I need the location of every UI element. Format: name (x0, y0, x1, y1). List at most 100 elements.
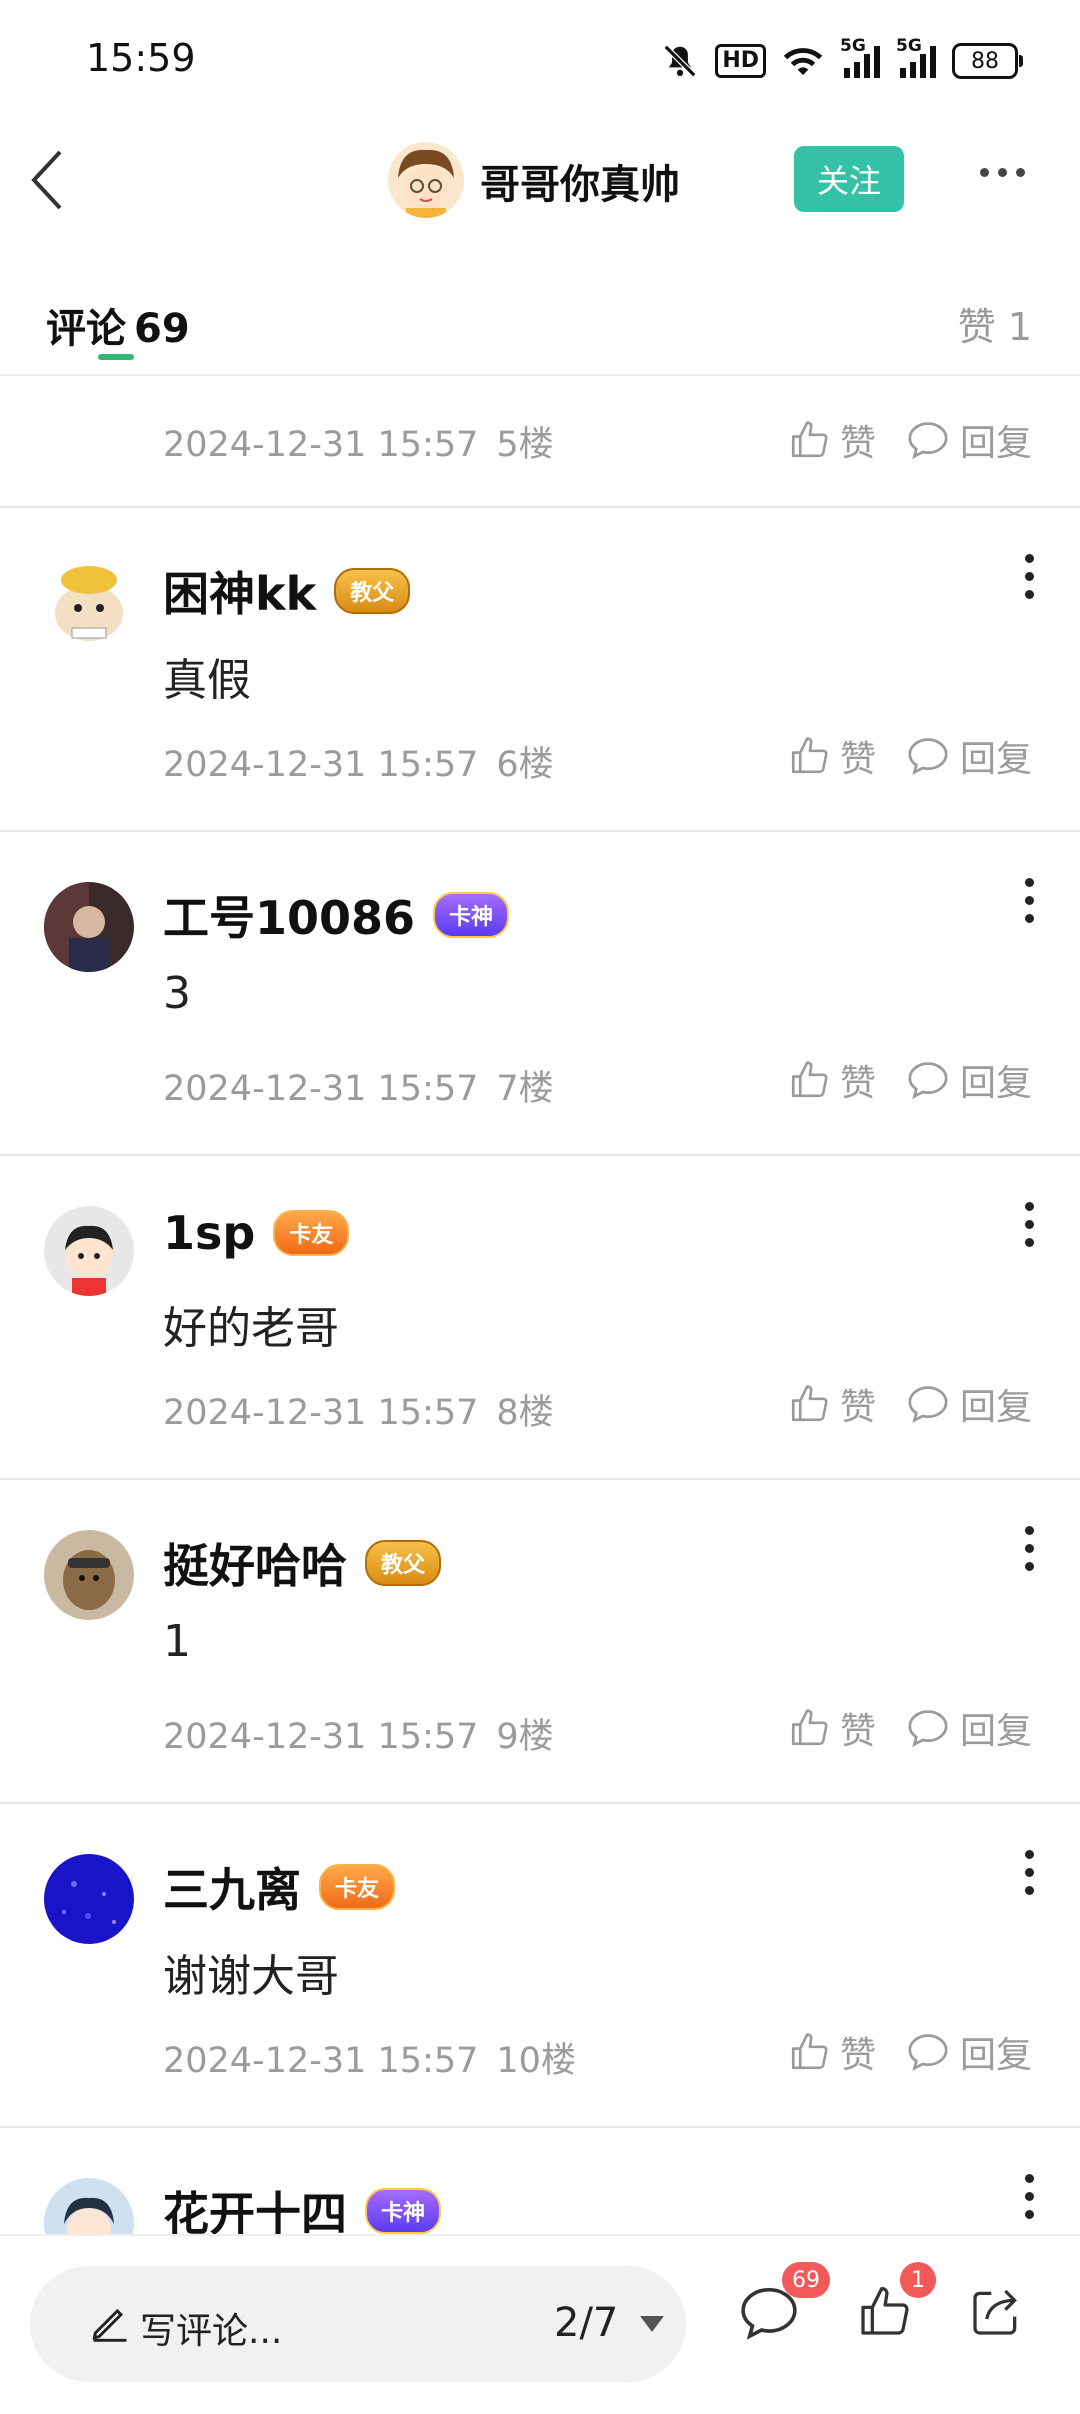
speech-bubble-icon (908, 2034, 948, 2072)
comment-actions: 赞 回复 (788, 414, 1032, 466)
reply-button[interactable]: 回复 (906, 1378, 1032, 1430)
comment-floor: 9楼 (496, 1717, 554, 1757)
share-icon[interactable] (968, 2284, 1024, 2340)
signal-5g-2-icon: 5G (896, 36, 936, 78)
reply-button[interactable]: 回复 (906, 2026, 1032, 2078)
status-bar: 15:59 HD 5G 5G 88 (0, 0, 1080, 120)
comment-floor: 5楼 (496, 425, 554, 465)
comment-more-icon[interactable] (1025, 2174, 1034, 2219)
like-count-badge: 1 (900, 2262, 936, 2298)
speech-bubble-icon (908, 1386, 948, 1424)
reply-label: 回复 (959, 1387, 1032, 1428)
comment-meta: 2024-12-31 15:57 7楼 (163, 1060, 554, 1111)
cartoon-face-icon (388, 142, 464, 218)
thumbs-up-icon[interactable] (856, 2284, 912, 2340)
tab-indicator (98, 354, 134, 360)
reply-label: 回复 (959, 739, 1032, 780)
reply-button[interactable]: 回复 (906, 1054, 1032, 1106)
caret-down-icon[interactable] (640, 2316, 664, 2332)
like-button[interactable]: 赞 (788, 2026, 876, 2078)
pencil-icon (92, 2308, 127, 2342)
like-button[interactable]: 赞 (788, 730, 876, 782)
photo-avatar-icon (44, 882, 134, 972)
comment-more-icon[interactable] (1025, 1526, 1034, 1571)
comment-meta: 2024-12-31 15:57 9楼 (163, 1708, 554, 1759)
tab-comments[interactable]: 评论 69 (46, 296, 190, 354)
thumbs-up-icon (791, 421, 828, 458)
blue-glitter-avatar-icon (44, 1854, 134, 1944)
username[interactable]: 挺好哈哈 (163, 1530, 347, 1596)
comment-item: 三九离 卡友 谢谢大哥 2024-12-31 15:57 10楼 赞 回复 (0, 1804, 1080, 2128)
comment-meta: 2024-12-31 15:57 6楼 (163, 736, 554, 787)
top-header: 哥哥你真帅 关注 (0, 120, 1080, 240)
status-icons: HD 5G 5G 88 (661, 36, 1023, 84)
thumbs-up-icon (791, 2033, 828, 2070)
comment-item: 工号10086 卡神 3 2024-12-31 15:57 7楼 赞 回复 (0, 832, 1080, 1156)
reply-label: 回复 (959, 423, 1032, 464)
reply-label: 回复 (959, 1063, 1032, 1104)
like-button[interactable]: 赞 (788, 414, 876, 466)
author-avatar[interactable] (388, 142, 464, 218)
comment-item: 挺好哈哈 教父 1 2024-12-31 15:57 9楼 赞 回复 (0, 1480, 1080, 1804)
battery-level: 88 (971, 48, 999, 74)
username[interactable]: 工号10086 (163, 882, 415, 948)
dog-photo-avatar-icon (44, 1530, 134, 1620)
comment-item: 1sp 卡友 好的老哥 2024-12-31 15:57 8楼 赞 回复 (0, 1156, 1080, 1480)
tab-likes[interactable]: 赞 1 (958, 296, 1032, 351)
comment-text: 3 (163, 968, 191, 1019)
back-arrow-icon[interactable] (28, 148, 68, 212)
signal-5g-1-icon: 5G (840, 36, 880, 78)
reply-button[interactable]: 回复 (906, 1702, 1032, 1754)
username[interactable]: 困神kk (163, 558, 316, 624)
like-button[interactable]: 赞 (788, 1378, 876, 1430)
like-label: 赞 (839, 423, 876, 464)
comment-more-icon[interactable] (1025, 878, 1034, 923)
reply-label: 回复 (959, 2035, 1032, 2076)
reply-button[interactable]: 回复 (906, 414, 1032, 466)
speech-bubble-icon (908, 738, 948, 776)
thumbs-up-icon (791, 737, 828, 774)
write-comment-placeholder: 写评论... (140, 2311, 283, 2352)
user-avatar[interactable] (44, 882, 134, 972)
username[interactable]: 1sp (163, 1206, 255, 1260)
username[interactable]: 三九离 (163, 1854, 301, 1920)
username-row: 困神kk 教父 (163, 558, 411, 624)
wifi-icon (783, 48, 823, 75)
reply-button[interactable]: 回复 (906, 730, 1032, 782)
user-avatar[interactable] (44, 558, 134, 648)
like-label: 赞 (839, 2035, 876, 2076)
user-avatar[interactable] (44, 1854, 134, 1944)
username-row: 挺好哈哈 教父 (163, 1530, 442, 1596)
comment-more-icon[interactable] (1025, 1850, 1034, 1895)
more-options-icon[interactable] (980, 168, 1025, 177)
hamster-avatar-icon (44, 558, 134, 648)
page-title: 哥哥你真帅 (480, 162, 680, 208)
hd-icon: HD (715, 44, 766, 78)
follow-button[interactable]: 关注 (794, 146, 904, 212)
user-avatar[interactable] (44, 1530, 134, 1620)
thumbs-up-icon (791, 1061, 828, 1098)
user-avatar[interactable] (44, 1206, 134, 1296)
like-button[interactable]: 赞 (788, 1702, 876, 1754)
comment-more-icon[interactable] (1025, 554, 1034, 599)
status-time: 15:59 (86, 36, 196, 80)
comment-item: 困神kk 教父 真假 2024-12-31 15:57 6楼 赞 回复 (0, 508, 1080, 832)
cartoon-kid-avatar-icon (44, 1206, 134, 1296)
comment-floor: 8楼 (496, 1393, 554, 1433)
comment-more-icon[interactable] (1025, 1202, 1034, 1247)
comment-text: 真假 (163, 655, 251, 706)
signal-label: 5G (840, 36, 866, 56)
write-comment-input[interactable]: 写评论... 2/7 (30, 2266, 686, 2382)
comment-item: 2024-12-31 15:57 5楼 赞 回复 (0, 376, 1080, 508)
like-button[interactable]: 赞 (788, 1054, 876, 1106)
bottom-bar: 写评论... 2/7 69 1 (0, 2234, 1080, 2414)
signal-label: 5G (896, 36, 922, 56)
comment-time: 2024-12-31 15:57 (163, 1069, 479, 1109)
comment-actions: 赞 回复 (788, 730, 1032, 782)
comment-floor: 6楼 (496, 745, 554, 785)
comment-time: 2024-12-31 15:57 (163, 745, 479, 785)
mute-bell-icon (664, 44, 697, 78)
comment-list: 2024-12-31 15:57 5楼 赞 回复 困神kk 教父 真假 2024… (0, 376, 1080, 2328)
page-indicator[interactable]: 2/7 (554, 2300, 618, 2346)
thumbs-up-icon (791, 1385, 828, 1422)
